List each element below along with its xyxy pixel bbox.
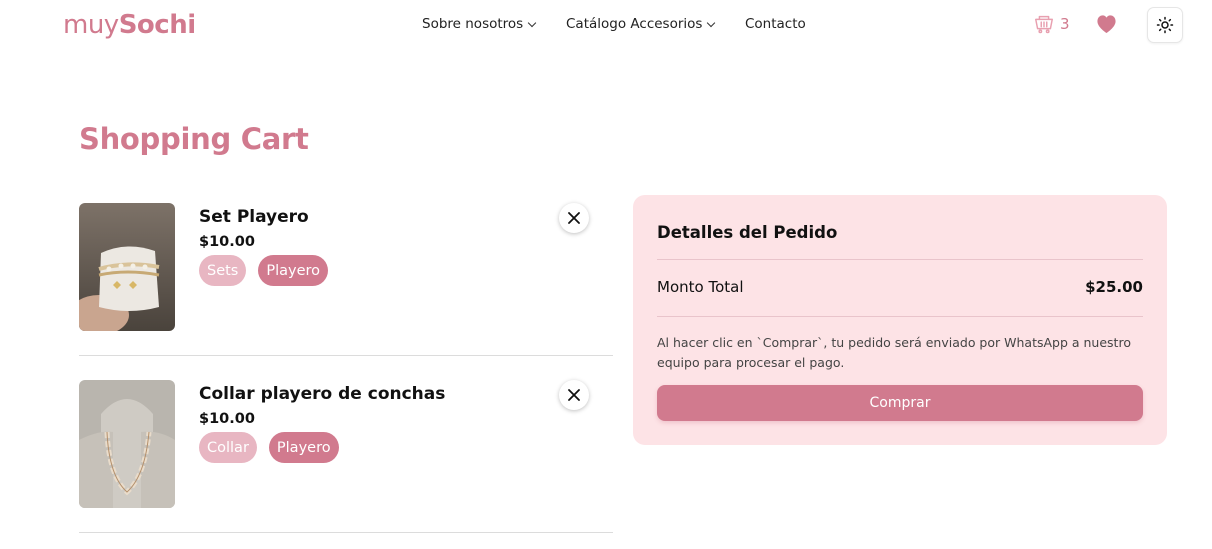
nav-item-sobre-nosotros[interactable]: Sobre nosotros — [422, 16, 537, 32]
product-name[interactable]: Set Playero — [199, 207, 309, 227]
category-tag[interactable]: Collar — [199, 432, 257, 463]
cart-item: Set Playero $10.00 Sets Playero — [79, 203, 613, 356]
cart-button[interactable]: 3 — [1033, 13, 1070, 35]
category-tag[interactable]: Sets — [199, 255, 247, 286]
total-label: Monto Total — [657, 278, 744, 296]
nav-label: Contacto — [745, 16, 806, 32]
theme-toggle-button[interactable] — [1147, 7, 1183, 43]
nav-item-contacto[interactable]: Contacto — [745, 16, 806, 32]
logo-bold-text: Sochi — [118, 10, 196, 40]
site-header: muySochi Sobre nosotros Catálogo Accesor… — [0, 0, 1212, 50]
divider — [657, 316, 1143, 317]
nav-label: Catálogo Accesorios — [566, 16, 703, 32]
nav-item-catalogo[interactable]: Catálogo Accesorios — [566, 16, 716, 32]
divider — [657, 259, 1143, 260]
favorites-button[interactable] — [1095, 13, 1118, 38]
page-title: Shopping Cart — [79, 122, 309, 156]
buy-button[interactable]: Comprar — [657, 385, 1143, 421]
remove-item-button[interactable] — [559, 203, 589, 233]
collection-tag[interactable]: Playero — [268, 432, 339, 463]
nav-label: Sobre nosotros — [422, 16, 524, 32]
heart-icon — [1097, 15, 1116, 34]
close-icon — [568, 212, 580, 224]
product-image[interactable] — [79, 380, 175, 508]
summary-title: Detalles del Pedido — [657, 223, 838, 242]
chevron-down-icon — [707, 18, 716, 27]
logo[interactable]: muySochi — [63, 10, 196, 40]
cart-count: 3 — [1060, 15, 1070, 33]
checkout-note: Al hacer clic en `Comprar`, tu pedido se… — [657, 335, 1131, 370]
shopping-basket-icon — [1035, 15, 1053, 34]
product-tags: Collar Playero — [199, 432, 339, 463]
product-name[interactable]: Collar playero de conchas — [199, 384, 445, 404]
logo-light-text: muy — [63, 10, 119, 40]
product-price: $10.00 — [199, 234, 255, 250]
total-value: $25.00 — [1085, 278, 1143, 296]
remove-item-button[interactable] — [559, 380, 589, 410]
cart-item: Collar playero de conchas $10.00 Collar … — [79, 380, 613, 533]
sun-icon — [1156, 16, 1174, 34]
collection-tag[interactable]: Playero — [258, 255, 329, 286]
chevron-down-icon — [527, 18, 537, 27]
product-tags: Sets Playero — [199, 255, 329, 286]
close-icon — [568, 389, 580, 401]
order-summary: Detalles del Pedido Monto Total $25.00 A… — [633, 195, 1167, 445]
product-image[interactable] — [79, 203, 175, 331]
product-price: $10.00 — [199, 411, 255, 427]
